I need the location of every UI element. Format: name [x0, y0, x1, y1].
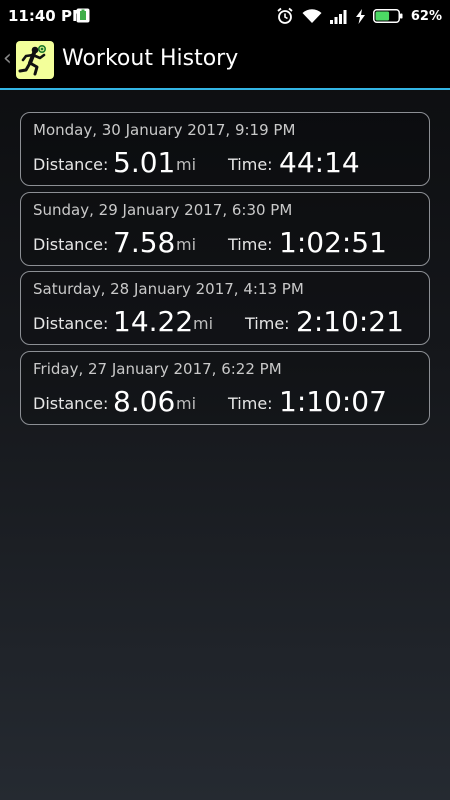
signal-icon [329, 9, 347, 24]
workout-stats: Distance: 8.06 mi Time: 1:10:07 [33, 385, 423, 419]
status-bar: 11:40 PM 62% [0, 0, 450, 32]
time-label: Time: [228, 155, 273, 174]
distance-label: Distance: [33, 314, 109, 333]
workout-item[interactable]: Saturday, 28 January 2017, 4:13 PM Dista… [20, 271, 430, 345]
alarm-icon [277, 7, 293, 24]
workout-stats: Distance: 7.58 mi Time: 1:02:51 [33, 226, 423, 260]
distance-value: 5.01 [113, 146, 176, 179]
distance-label: Distance: [33, 234, 109, 254]
distance-value: 14.22 [113, 305, 194, 338]
time-value: 1:10:07 [279, 384, 387, 418]
workout-item[interactable]: Monday, 30 January 2017, 9:19 PM Distanc… [20, 112, 430, 186]
distance-unit: mi [176, 234, 197, 254]
time-label: Time: [228, 234, 273, 254]
time-label: Time: [228, 393, 273, 413]
page-title: Workout History [62, 46, 239, 71]
battery-icon [372, 9, 403, 23]
time-value: 2:10:21 [296, 305, 404, 338]
distance-value: 7.58 [113, 225, 176, 259]
time-value: 1:02:51 [279, 225, 387, 259]
distance-unit: mi [176, 155, 197, 174]
workout-stats: Distance: 5.01 mi Time: 44:14 [33, 146, 423, 180]
action-bar: ‹ Workout History [0, 32, 450, 90]
workout-stats: Distance: 14.22 mi Time: 2:10:21 [33, 305, 423, 339]
distance-label: Distance: [33, 155, 109, 174]
distance-unit: mi [193, 314, 214, 333]
workout-list: Monday, 30 January 2017, 9:19 PM Distanc… [20, 112, 430, 430]
time-label: Time: [245, 314, 290, 333]
back-icon[interactable]: ‹ [3, 48, 12, 70]
app-icon[interactable] [16, 41, 54, 79]
workout-item[interactable]: Sunday, 29 January 2017, 6:30 PM Distanc… [20, 191, 430, 266]
time-value: 44:14 [279, 146, 360, 179]
battery-percent: 62% [410, 8, 442, 24]
charging-icon [355, 8, 365, 24]
distance-value: 8.06 [113, 384, 176, 418]
distance-unit: mi [176, 393, 197, 413]
wifi-icon [302, 9, 322, 23]
battery-saver-icon [76, 8, 90, 23]
workout-date: Monday, 30 January 2017, 9:19 PM [33, 121, 296, 139]
status-icons: 62% [276, 6, 442, 26]
workout-date: Sunday, 29 January 2017, 6:30 PM [33, 200, 293, 219]
workout-date: Friday, 27 January 2017, 6:22 PM [33, 359, 282, 378]
workout-item[interactable]: Friday, 27 January 2017, 6:22 PM Distanc… [20, 350, 430, 425]
running-man-icon [18, 45, 46, 76]
workout-date: Saturday, 28 January 2017, 4:13 PM [33, 280, 304, 298]
distance-label: Distance: [33, 393, 109, 413]
